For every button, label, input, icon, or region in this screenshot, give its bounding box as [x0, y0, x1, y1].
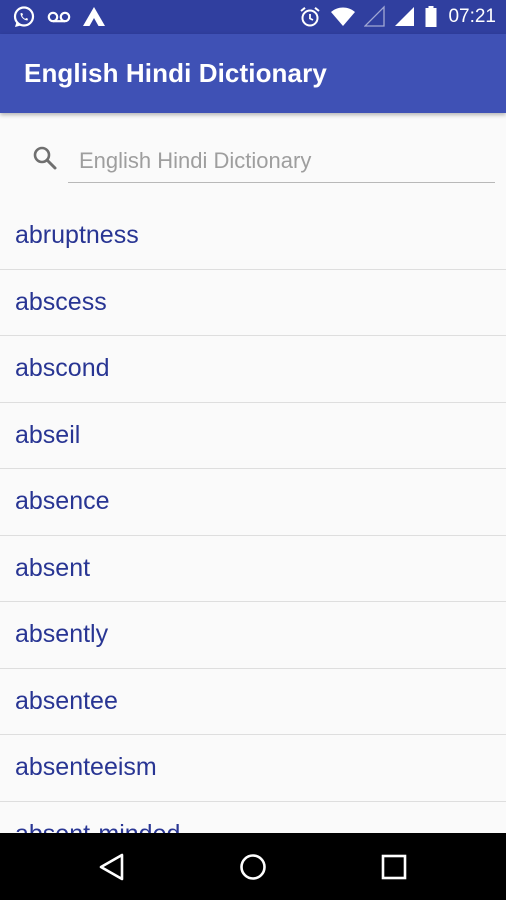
word-item[interactable]: abruptness	[0, 203, 506, 270]
battery-icon	[424, 5, 438, 29]
status-time: 07:21	[448, 6, 496, 27]
wifi-icon	[330, 5, 356, 29]
search-input[interactable]	[68, 139, 495, 183]
app-title: English Hindi Dictionary	[24, 58, 327, 88]
voicemail-icon	[46, 5, 72, 29]
signal-empty-icon	[364, 5, 386, 29]
search-icon[interactable]	[32, 145, 58, 176]
word-item[interactable]: absence	[0, 469, 506, 536]
word-item[interactable]: absent	[0, 536, 506, 602]
word-item[interactable]: abseil	[0, 403, 506, 469]
app-bar: English Hindi Dictionary	[0, 34, 506, 113]
navigation-bar	[0, 833, 506, 900]
alarm-icon	[298, 5, 322, 29]
word-item[interactable]: absenteeism	[0, 735, 506, 802]
word-item[interactable]: absent-minded	[0, 802, 506, 833]
search-bar	[0, 113, 506, 203]
home-icon[interactable]	[237, 851, 269, 883]
status-bar: 07:21	[0, 0, 506, 34]
recents-icon[interactable]	[378, 851, 410, 883]
word-item[interactable]: absently	[0, 602, 506, 669]
back-icon[interactable]	[96, 851, 128, 883]
word-item[interactable]: abscess	[0, 270, 506, 336]
signal-icon	[394, 5, 416, 29]
word-item[interactable]: absentee	[0, 669, 506, 735]
screen: 07:21 English Hindi Dictionary abruptnes…	[0, 0, 506, 900]
whatsapp-icon	[12, 5, 36, 29]
status-right-icons: 07:21	[298, 5, 496, 29]
status-left-icons	[12, 5, 106, 29]
word-list: abruptness abscess abscond abseil absenc…	[0, 203, 506, 833]
word-item[interactable]: abscond	[0, 336, 506, 403]
airdroid-icon	[82, 5, 106, 29]
